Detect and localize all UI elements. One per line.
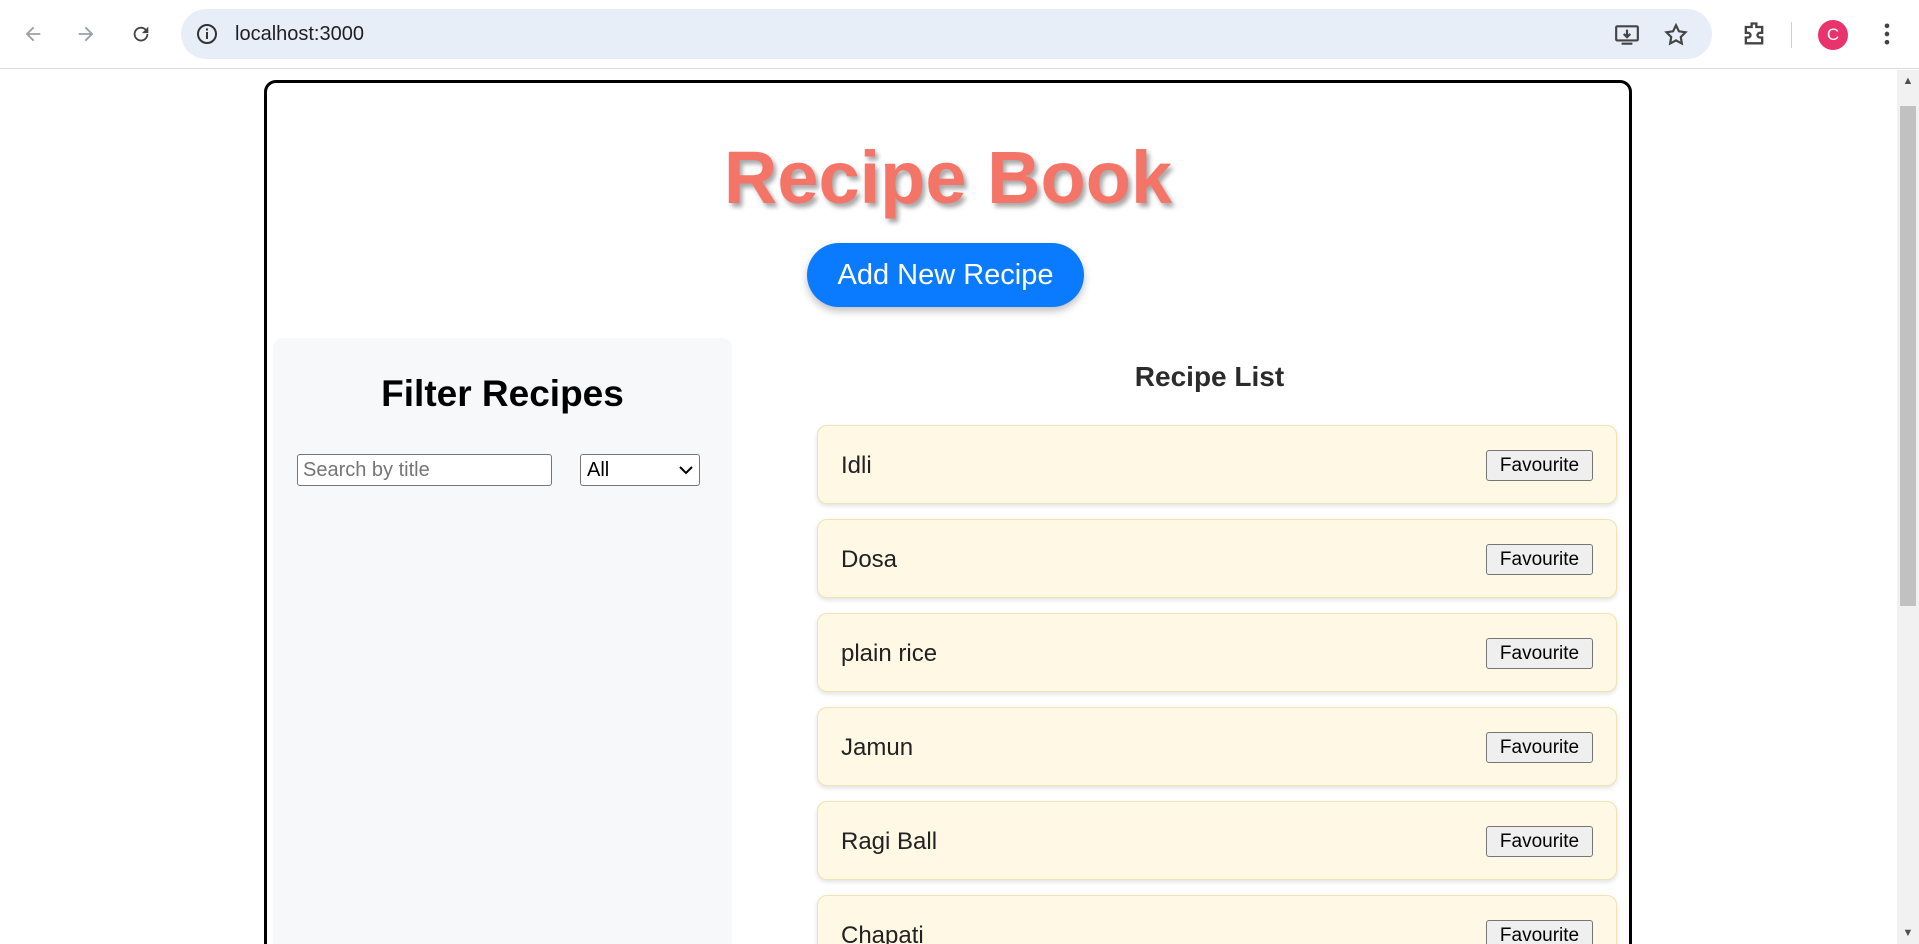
filter-heading: Filter Recipes — [381, 373, 624, 414]
recipe-card: Dosa Favourite — [817, 519, 1617, 598]
reload-button[interactable] — [124, 17, 158, 51]
add-new-recipe-button[interactable]: Add New Recipe — [807, 243, 1084, 307]
forward-button[interactable] — [69, 17, 103, 51]
recipe-name: Ragi Ball — [841, 828, 938, 855]
favourite-button[interactable]: Favourite — [1486, 544, 1593, 575]
favourite-button[interactable]: Favourite — [1486, 826, 1593, 857]
recipe-card: Chapati Favourite — [817, 895, 1617, 944]
favourite-button[interactable]: Favourite — [1486, 450, 1593, 481]
scroll-down-arrow-icon[interactable]: ▼ — [1897, 922, 1919, 944]
back-arrow-icon — [25, 26, 41, 42]
category-select-value: All — [587, 458, 610, 481]
vertical-scrollbar[interactable]: ▲ ▼ — [1897, 70, 1919, 944]
favourite-button[interactable]: Favourite — [1486, 732, 1593, 763]
recipe-card: plain rice Favourite — [817, 613, 1617, 692]
bookmark-star-icon[interactable] — [1663, 22, 1689, 48]
page-viewport: Recipe Book Add New Recipe Filter Recipe… — [0, 70, 1897, 944]
page-title: Recipe Book — [723, 136, 1173, 219]
category-select[interactable]: All — [580, 454, 700, 486]
favourite-button[interactable]: Favourite — [1486, 638, 1593, 669]
browser-toolbar: localhost:3000 C — [0, 0, 1919, 69]
more-menu-icon[interactable] — [1873, 20, 1901, 48]
recipe-card: Idli Favourite — [817, 425, 1617, 504]
url-text[interactable]: localhost:3000 — [235, 22, 364, 46]
scroll-thumb[interactable] — [1900, 106, 1916, 606]
recipe-card: Jamun Favourite — [817, 707, 1617, 786]
recipe-app-container: Recipe Book Add New Recipe Filter Recipe… — [264, 80, 1632, 944]
recipe-name: Jamun — [841, 734, 914, 761]
recipe-list-heading: Recipe List — [1134, 361, 1285, 392]
reload-icon — [133, 26, 149, 42]
recipe-name: Idli — [841, 452, 872, 479]
recipe-card: Ragi Ball Favourite — [817, 801, 1617, 880]
address-bar[interactable]: localhost:3000 — [181, 9, 1712, 59]
profile-avatar[interactable]: C — [1818, 20, 1848, 50]
filter-panel: Filter Recipes All — [273, 338, 732, 944]
extensions-puzzle-icon[interactable] — [1740, 20, 1768, 48]
search-input[interactable] — [297, 454, 552, 486]
forward-arrow-icon — [78, 26, 94, 42]
scroll-up-arrow-icon[interactable]: ▲ — [1897, 70, 1919, 92]
toolbar-separator — [1791, 22, 1792, 48]
site-info-icon[interactable] — [195, 22, 219, 46]
recipe-name: Dosa — [841, 546, 898, 573]
back-button[interactable] — [16, 17, 50, 51]
favourite-button[interactable]: Favourite — [1486, 920, 1593, 944]
chevron-down-icon — [679, 466, 693, 475]
recipe-name: plain rice — [841, 640, 938, 667]
recipe-name: Chapati — [841, 922, 924, 944]
install-app-icon[interactable] — [1614, 22, 1640, 48]
